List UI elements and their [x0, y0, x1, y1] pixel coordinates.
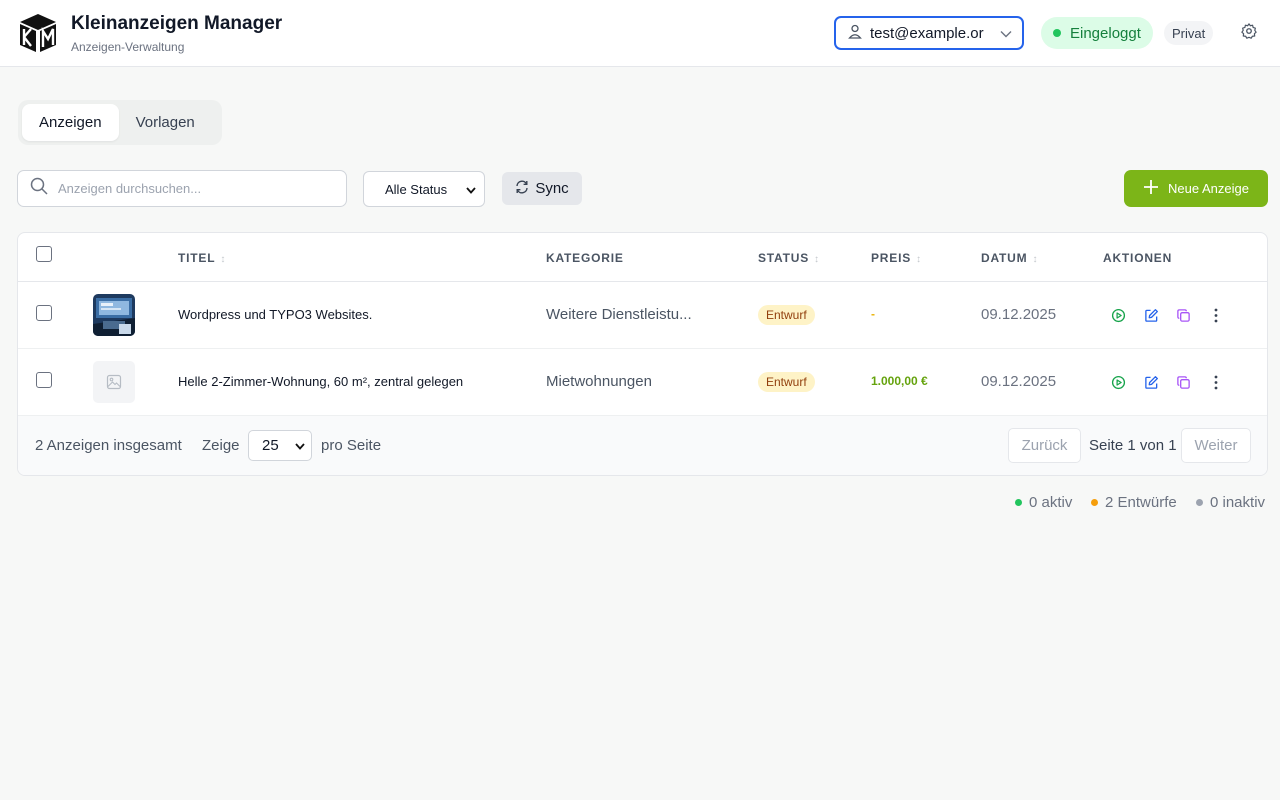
- edit-button[interactable]: [1142, 306, 1160, 324]
- new-ad-label: Neue Anzeige: [1168, 181, 1249, 196]
- draft-dot: [1091, 499, 1098, 506]
- search-input[interactable]: [58, 181, 318, 196]
- summary-inactive: 0 inaktiv: [1196, 494, 1265, 511]
- sort-icon: ↕: [220, 254, 226, 265]
- tab-vorlagen[interactable]: Vorlagen: [119, 104, 212, 141]
- sort-icon: ↕: [814, 254, 820, 265]
- per-page-value: 25: [262, 437, 279, 454]
- column-header-date[interactable]: DATUM ↕: [981, 251, 1037, 265]
- show-label: Zeige: [202, 437, 240, 454]
- summary-active: 0 aktiv: [1015, 494, 1072, 511]
- account-select[interactable]: test@example.or: [834, 16, 1024, 50]
- table-header: TITEL ↕ KATEGORIE STATUS ↕ PREIS ↕ DATUM ↕ A…: [18, 233, 1267, 282]
- column-header-status[interactable]: STATUS ↕: [758, 251, 819, 265]
- search-box: [17, 170, 347, 207]
- more-vertical-icon: [1214, 375, 1218, 389]
- settings-button[interactable]: [1238, 22, 1260, 44]
- inactive-dot: [1196, 499, 1203, 506]
- table-row: Helle 2-Zimmer-Wohnung, 60 m², zentral g…: [18, 349, 1267, 416]
- row-checkbox[interactable]: [36, 305, 52, 321]
- status-badge: Entwurf: [758, 305, 815, 325]
- user-icon: [848, 24, 862, 43]
- status-badge: Entwurf: [758, 372, 815, 392]
- sort-icon: ↕: [1032, 254, 1038, 265]
- sync-label: Sync: [535, 180, 569, 197]
- play-circle-icon: [1111, 375, 1125, 389]
- ads-table: TITEL ↕ KATEGORIE STATUS ↕ PREIS ↕ DATUM ↕ A…: [17, 232, 1268, 476]
- total-count: 2 Anzeigen insgesamt: [35, 437, 182, 454]
- play-circle-icon: [1111, 308, 1125, 322]
- ad-category: Weitere Dienstleistu...: [546, 306, 692, 323]
- copy-icon: [1176, 375, 1190, 389]
- ad-date: 09.12.2025: [981, 306, 1057, 323]
- column-header-price[interactable]: PREIS ↕: [871, 251, 921, 265]
- summary-drafts: 2 Entwürfe: [1091, 494, 1177, 511]
- duplicate-button[interactable]: [1174, 373, 1192, 391]
- next-page-button[interactable]: Weiter: [1181, 428, 1251, 463]
- edit-icon: [1144, 308, 1158, 322]
- status-dot: [1053, 29, 1061, 37]
- ad-thumbnail[interactable]: [93, 361, 135, 403]
- sort-icon: ↕: [916, 254, 922, 265]
- ad-title[interactable]: Helle 2-Zimmer-Wohnung, 60 m², zentral g…: [178, 374, 463, 389]
- per-page-select[interactable]: 25: [248, 430, 312, 461]
- search-icon: [30, 177, 48, 200]
- app-title: Kleinanzeigen Manager: [71, 13, 283, 34]
- prev-page-button[interactable]: Zurück: [1008, 428, 1081, 463]
- status-filter-value: Alle Status: [385, 181, 448, 197]
- edit-button[interactable]: [1142, 373, 1160, 391]
- ad-price: -: [871, 307, 875, 321]
- active-dot: [1015, 499, 1022, 506]
- new-ad-button[interactable]: Neue Anzeige: [1124, 170, 1268, 207]
- ad-title[interactable]: Wordpress und TYPO3 Websites.: [178, 307, 372, 322]
- login-status-badge: Eingeloggt: [1041, 17, 1153, 49]
- app-subtitle: Anzeigen-Verwaltung: [71, 40, 185, 54]
- column-header-title[interactable]: TITEL ↕: [178, 251, 225, 265]
- edit-icon: [1144, 375, 1158, 389]
- select-all-checkbox[interactable]: [36, 246, 52, 262]
- more-vertical-icon: [1214, 308, 1218, 322]
- tab-bar: Anzeigen Vorlagen: [18, 100, 222, 145]
- ad-category: Mietwohnungen: [546, 373, 652, 390]
- image-placeholder-icon: [106, 374, 122, 390]
- login-status-text: Eingeloggt: [1070, 24, 1141, 42]
- sync-button[interactable]: Sync: [502, 172, 582, 205]
- chevron-down-icon: [1000, 25, 1012, 42]
- refresh-icon: [515, 180, 529, 198]
- app-logo: [18, 12, 58, 54]
- chevron-down-icon: [295, 437, 305, 454]
- gear-icon: [1240, 22, 1258, 45]
- ad-thumbnail[interactable]: [93, 294, 135, 336]
- publish-button[interactable]: [1109, 306, 1127, 324]
- chevron-down-icon: [466, 182, 476, 197]
- more-options-button[interactable]: [1207, 373, 1225, 391]
- copy-icon: [1176, 308, 1190, 322]
- page-info: Seite 1 von 1: [1089, 437, 1177, 454]
- app-header: Kleinanzeigen Manager Anzeigen-Verwaltun…: [0, 0, 1280, 67]
- publish-button[interactable]: [1109, 373, 1127, 391]
- ad-price: 1.000,00 €: [871, 374, 928, 388]
- ad-date: 09.12.2025: [981, 373, 1057, 390]
- more-options-button[interactable]: [1207, 306, 1225, 324]
- status-filter-select[interactable]: Alle Status: [363, 171, 485, 207]
- per-page-label: pro Seite: [321, 437, 382, 454]
- table-row: Wordpress und TYPO3 Websites. Weitere Di…: [18, 282, 1267, 349]
- account-type-badge: Privat: [1164, 21, 1214, 45]
- plus-icon: [1143, 179, 1159, 198]
- table-footer: 2 Anzeigen insgesamt Zeige 25 pro Seite …: [18, 416, 1267, 475]
- column-header-category: KATEGORIE: [546, 251, 624, 265]
- row-checkbox[interactable]: [36, 372, 52, 388]
- tab-anzeigen[interactable]: Anzeigen: [22, 104, 119, 141]
- account-email: test@example.or: [870, 24, 984, 42]
- duplicate-button[interactable]: [1174, 306, 1192, 324]
- column-header-actions: AKTIONEN: [1103, 251, 1173, 265]
